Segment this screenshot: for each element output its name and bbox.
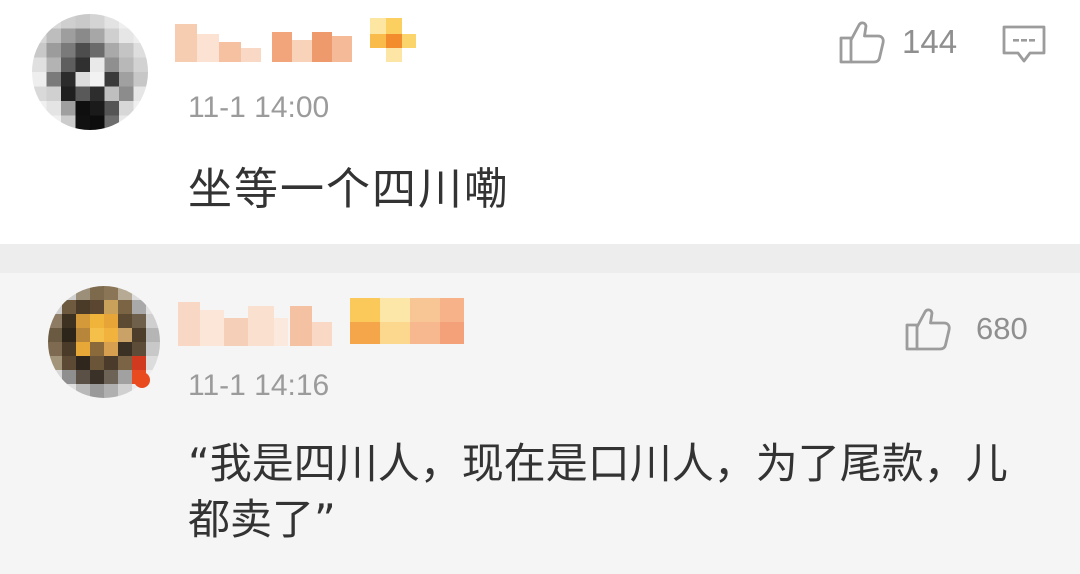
- reply-button[interactable]: [999, 22, 1049, 66]
- like-count: 680: [976, 311, 1028, 346]
- comment-item: 144 11-1 14:00 坐等一个四川嘞: [0, 0, 1080, 244]
- like-button[interactable]: 144: [838, 20, 957, 64]
- comment-list: 144 11-1 14:00 坐等一个四川嘞 680 11-1 14:16 “我…: [0, 0, 1080, 574]
- comment-timestamp: 11-1 14:16: [188, 369, 330, 402]
- avatar-badge-icon: [134, 372, 150, 388]
- comment-item: 680 11-1 14:16 “我是四川人，现在是口川人，为了尾款，儿都卖了”: [0, 273, 1080, 574]
- comment-text: “我是四川人，现在是口川人，为了尾款，儿都卖了”: [188, 439, 1008, 544]
- thumbs-up-icon: [839, 21, 885, 64]
- avatar[interactable]: [48, 286, 160, 398]
- username-blurred[interactable]: [172, 14, 422, 66]
- comment-timestamp: 11-1 14:00: [188, 91, 330, 124]
- avatar[interactable]: [32, 14, 148, 130]
- like-count: 144: [902, 23, 958, 60]
- username-blurred[interactable]: [176, 296, 468, 352]
- comment-text: 坐等一个四川嘞: [188, 164, 510, 215]
- user-badge-icon: [370, 18, 416, 62]
- like-button[interactable]: 680: [904, 307, 1028, 351]
- thumbs-up-icon: [905, 308, 951, 351]
- user-badge-icon: [350, 298, 464, 344]
- comment-icon: [1002, 25, 1046, 63]
- section-divider: [0, 244, 1080, 273]
